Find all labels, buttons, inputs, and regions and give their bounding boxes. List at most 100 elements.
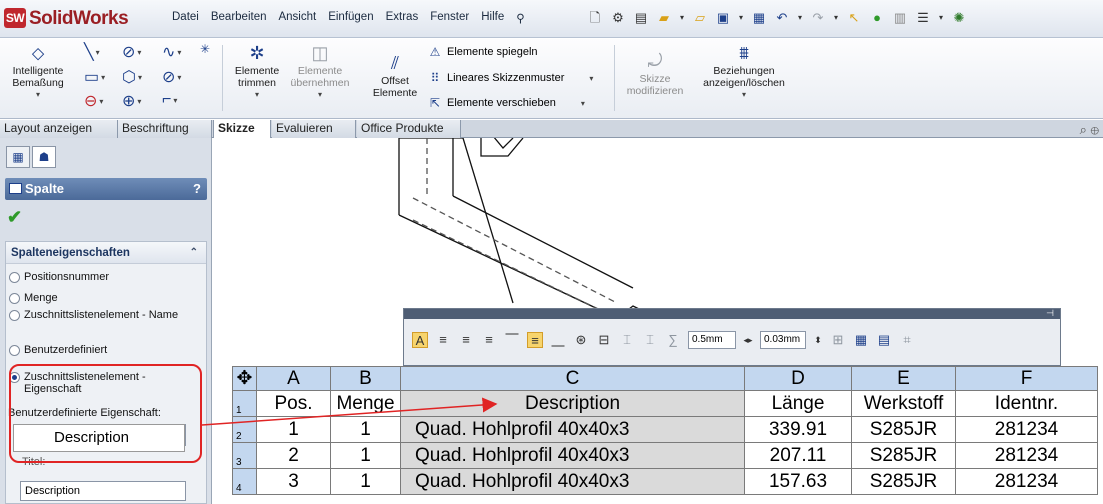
table-cell[interactable]: 157.63 bbox=[744, 468, 852, 495]
table-grid-icon[interactable]: ▤ bbox=[876, 332, 892, 348]
open-icon[interactable]: ▰ bbox=[655, 9, 673, 27]
column-e-header[interactable]: E bbox=[851, 366, 956, 391]
linear-pattern-button[interactable]: ⠿ Lineares Skizzenmuster ▾ bbox=[428, 71, 594, 85]
table-cell-description-header[interactable]: Description bbox=[400, 390, 745, 417]
line-width-2-stepper-icon[interactable]: ⬍ bbox=[813, 332, 823, 348]
table-cell[interactable]: S285JR bbox=[851, 468, 956, 495]
sum-icon[interactable]: ∑ bbox=[665, 332, 681, 348]
print-icon[interactable]: ▦ bbox=[750, 9, 768, 27]
table-cell[interactable]: S285JR bbox=[851, 442, 956, 469]
tab-skizze[interactable]: Skizze bbox=[213, 120, 271, 139]
align-right-icon[interactable]: ≡ bbox=[481, 332, 497, 348]
modify-sketch-button[interactable]: ⤾ Skizze modifizieren bbox=[622, 51, 688, 97]
split-cells-icon[interactable]: ⌶ bbox=[642, 332, 658, 348]
file-properties-icon[interactable]: ▥ bbox=[891, 9, 909, 27]
column-b-header[interactable]: B bbox=[330, 366, 401, 391]
menu-fenster[interactable]: Fenster bbox=[424, 11, 475, 25]
menu-hilfe[interactable]: Hilfe bbox=[475, 11, 510, 25]
open-dropdown-icon[interactable]: ▾ bbox=[678, 9, 686, 27]
table-cell[interactable]: 281234 bbox=[955, 468, 1098, 495]
solidworks-logo[interactable]: SW SolidWorks bbox=[4, 8, 129, 30]
table-cell[interactable]: 1 bbox=[330, 442, 401, 469]
table-cell[interactable]: 1 bbox=[330, 468, 401, 495]
table-cell[interactable]: 281234 bbox=[955, 442, 1098, 469]
point-tool[interactable]: ✳ bbox=[200, 42, 210, 56]
radio-zuschnitt-name[interactable]: Zuschnittslistenelement - Name bbox=[9, 309, 184, 321]
table-cell[interactable]: Pos. bbox=[256, 390, 331, 417]
redo-icon[interactable]: ↷ bbox=[809, 9, 827, 27]
convert-entities-button[interactable]: ◫ Elemente übernehmen ▾ bbox=[288, 43, 352, 101]
undo-icon[interactable]: ↶ bbox=[773, 9, 791, 27]
fillet-tool[interactable]: ⊕ ▾ bbox=[122, 91, 141, 111]
polygon-tool[interactable]: ⬡ ▾ bbox=[122, 67, 142, 87]
row-number[interactable]: 2 bbox=[232, 416, 257, 443]
border-icon[interactable]: ▦ bbox=[853, 332, 869, 348]
align-center-icon[interactable]: ≡ bbox=[458, 332, 474, 348]
table-cell[interactable]: Menge bbox=[330, 390, 401, 417]
align-bottom-icon[interactable]: ⎽ bbox=[550, 332, 566, 348]
tab-beschriftung[interactable]: Beschriftung bbox=[118, 120, 212, 138]
column-f-header[interactable]: F bbox=[955, 366, 1098, 391]
new-part-icon[interactable]: ⚙ bbox=[609, 9, 627, 27]
table-cell[interactable]: Quad. Hohlprofil 40x40x3 bbox=[400, 442, 745, 469]
menu-ansicht[interactable]: Ansicht bbox=[272, 11, 322, 25]
align-left-icon[interactable]: ≡ bbox=[435, 332, 451, 348]
radio-benutzerdefiniert[interactable]: Benutzerdefiniert bbox=[9, 344, 107, 356]
help-button[interactable]: ? bbox=[193, 178, 201, 200]
collapse-icon[interactable]: ⌃ bbox=[190, 242, 198, 264]
redo-dropdown-icon[interactable]: ▾ bbox=[832, 9, 840, 27]
table-cell[interactable]: 2 bbox=[256, 442, 331, 469]
menu-einfuegen[interactable]: Einfügen bbox=[322, 11, 379, 25]
align-middle-icon[interactable]: ≡ bbox=[527, 332, 543, 348]
line-width-2-field[interactable]: 0.03mm bbox=[760, 331, 806, 349]
rebuild-icon[interactable]: ● bbox=[868, 9, 886, 27]
addins-icon[interactable]: ✺ bbox=[950, 9, 968, 27]
row-number[interactable]: 4 bbox=[232, 468, 257, 495]
table-cell[interactable]: S285JR bbox=[851, 416, 956, 443]
pin-icon[interactable]: ⚲ bbox=[510, 11, 530, 25]
title-field[interactable]: Description bbox=[20, 481, 186, 501]
table-header-icon[interactable]: ⊟ bbox=[596, 332, 612, 348]
table-cell[interactable]: Quad. Hohlprofil 40x40x3 bbox=[400, 468, 745, 495]
row-number[interactable]: 1 bbox=[232, 390, 257, 417]
tab-office-produkte[interactable]: Office Produkte bbox=[357, 120, 461, 138]
zoom-icon[interactable]: ⌕ bbox=[1080, 122, 1087, 137]
table-cell[interactable]: 1 bbox=[256, 416, 331, 443]
ok-check-icon[interactable]: ✔ bbox=[7, 207, 22, 228]
table-move-handle-icon[interactable]: ✥ bbox=[232, 366, 257, 391]
save-icon[interactable]: ▣ bbox=[714, 9, 732, 27]
slot-tool[interactable]: ⊖ ▾ bbox=[84, 91, 103, 111]
table-cell[interactable]: 207.11 bbox=[744, 442, 852, 469]
property-manager-tab-icon[interactable]: ☗ bbox=[32, 146, 56, 168]
align-top-icon[interactable]: ⎺ bbox=[504, 332, 520, 348]
toolbar-pin-icon[interactable]: ⊣ bbox=[1046, 308, 1054, 319]
table-cell[interactable]: Länge bbox=[744, 390, 852, 417]
mirror-entities-button[interactable]: ⚠ Elemente spiegeln bbox=[428, 45, 538, 59]
print-preview-icon[interactable]: ▤ bbox=[632, 9, 650, 27]
offset-entities-button[interactable]: ⫽ Offset Elemente bbox=[366, 53, 424, 99]
row-number[interactable]: 3 bbox=[232, 442, 257, 469]
circle-tool[interactable]: ⊘ ▾ bbox=[122, 42, 141, 62]
display-delete-relations-button[interactable]: ⩩ Beziehungen anzeigen/löschen ▾ bbox=[696, 43, 792, 101]
frame-icon[interactable]: ⌗ bbox=[899, 332, 915, 348]
radio-positionsnummer[interactable]: Positionsnummer bbox=[9, 271, 109, 283]
spline-tool[interactable]: ∿ ▾ bbox=[162, 42, 181, 62]
merge-cells-icon[interactable]: ⌶ bbox=[619, 332, 635, 348]
column-d-header[interactable]: D bbox=[744, 366, 852, 391]
rectangle-tool[interactable]: ▭ ▾ bbox=[84, 67, 105, 87]
table-cell[interactable]: 1 bbox=[330, 416, 401, 443]
menu-extras[interactable]: Extras bbox=[380, 11, 425, 25]
table-cell[interactable]: 339.91 bbox=[744, 416, 852, 443]
tab-layout-anzeigen[interactable]: Layout anzeigen bbox=[0, 120, 118, 138]
options-icon[interactable]: ☰ bbox=[914, 9, 932, 27]
table-cell[interactable]: 3 bbox=[256, 468, 331, 495]
radio-menge[interactable]: Menge bbox=[9, 292, 58, 304]
folder-icon[interactable]: ▱ bbox=[691, 9, 709, 27]
save-dropdown-icon[interactable]: ▾ bbox=[737, 9, 745, 27]
table-cell[interactable]: Werkstoff bbox=[851, 390, 956, 417]
options-dropdown-icon[interactable]: ▾ bbox=[937, 9, 945, 27]
line-width-stepper-icon[interactable]: ◂▸ bbox=[743, 332, 753, 348]
plane-tool[interactable]: ⌐ ▾ bbox=[162, 91, 177, 109]
select-icon[interactable]: ↖ bbox=[845, 9, 863, 27]
font-color-icon[interactable]: A bbox=[412, 332, 428, 348]
